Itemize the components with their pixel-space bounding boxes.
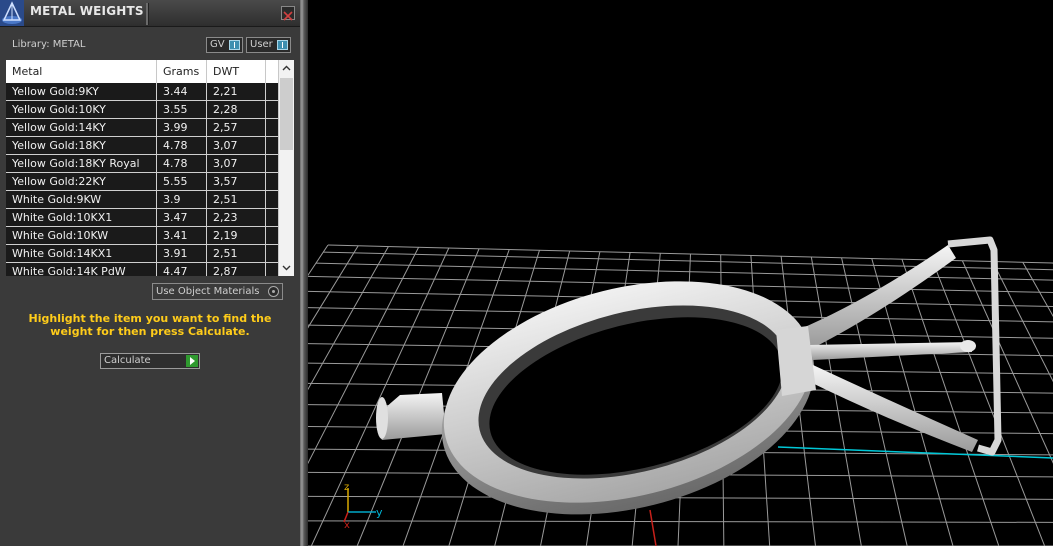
grid-line xyxy=(308,520,1053,523)
chevron-down-icon[interactable] xyxy=(281,262,292,273)
table-row[interactable]: Yellow Gold:18KY 4.78 3,07 xyxy=(6,137,278,155)
viewport-canvas: z y x xyxy=(308,236,1053,546)
column-header-grams[interactable]: Grams xyxy=(157,60,207,83)
cell-metal: White Gold:10KW xyxy=(6,227,157,244)
cell-grams: 3.47 xyxy=(157,209,207,226)
table-body: Yellow Gold:9KY 3.44 2,21 Yellow Gold:10KY 3… xyxy=(6,83,278,276)
cell-metal: Yellow Gold:9KY xyxy=(6,83,157,100)
table-header: Metal Grams DWT xyxy=(6,60,278,83)
close-icon xyxy=(283,11,293,21)
table-row[interactable]: White Gold:10KW 3.41 2,19 xyxy=(6,227,278,245)
radio-icon[interactable] xyxy=(268,286,279,297)
gv-toggle-label: GV xyxy=(210,39,225,50)
grid-line xyxy=(308,245,359,329)
instruction-text: Highlight the item you want to find the … xyxy=(28,312,272,338)
cell-metal: Yellow Gold:18KY Royal xyxy=(6,155,157,172)
cell-dwt: 3,07 xyxy=(207,155,266,172)
table-row[interactable]: Yellow Gold:14KY 3.99 2,57 xyxy=(6,119,278,137)
cell-metal: Yellow Gold:22KY xyxy=(6,173,157,190)
close-button[interactable] xyxy=(281,6,295,21)
cell-grams: 3.55 xyxy=(157,101,207,118)
cell-grams: 3.9 xyxy=(157,191,207,208)
scrollbar-thumb[interactable] xyxy=(280,78,293,150)
table-row[interactable]: Yellow Gold:9KY 3.44 2,21 xyxy=(6,83,278,101)
axis-x-label: x xyxy=(344,520,350,531)
calculate-button[interactable]: Calculate xyxy=(100,353,200,369)
3d-viewport[interactable]: z y x xyxy=(308,0,1053,546)
cell-dwt: 3,07 xyxy=(207,137,266,154)
cell-grams: 4.78 xyxy=(157,137,207,154)
column-header-dwt[interactable]: DWT xyxy=(207,60,266,83)
cell-dwt: 2,28 xyxy=(207,101,266,118)
grid-line xyxy=(992,261,1053,383)
grid-line xyxy=(1022,262,1053,318)
cell-grams: 5.55 xyxy=(157,173,207,190)
panel-splitter[interactable] xyxy=(300,0,308,546)
user-toggle-label: User xyxy=(250,39,273,50)
cell-dwt: 2,23 xyxy=(207,209,266,226)
metal-weights-panel: METAL WEIGHTS Library: METAL GV User Met… xyxy=(0,0,300,546)
user-toggle[interactable]: User xyxy=(246,37,291,53)
toggle-switch-icon xyxy=(229,40,240,50)
cell-dwt: 3,57 xyxy=(207,173,266,190)
cell-dwt: 2,57 xyxy=(207,119,266,136)
y-axis-line xyxy=(777,446,1053,459)
cell-metal: White Gold:14KX1 xyxy=(6,245,157,262)
grid-line xyxy=(931,259,1046,546)
grid-line xyxy=(961,260,1053,464)
grid-line xyxy=(901,259,1000,546)
grid-line xyxy=(308,244,329,277)
cell-metal: White Gold:14K PdW xyxy=(6,263,157,276)
table-row[interactable]: White Gold:14KX1 3.91 2,51 xyxy=(6,245,278,263)
column-header-metal[interactable]: Metal xyxy=(6,60,157,83)
axis-gizmo: z y x xyxy=(343,482,383,531)
cell-metal: Yellow Gold:14KY xyxy=(6,119,157,136)
table-row[interactable]: Yellow Gold:22KY 5.55 3,57 xyxy=(6,173,278,191)
cell-grams: 4.78 xyxy=(157,155,207,172)
cell-dwt: 2,21 xyxy=(207,83,266,100)
title-divider xyxy=(146,3,149,25)
cell-metal: White Gold:10KX1 xyxy=(6,209,157,226)
x-axis-line xyxy=(649,509,657,546)
prong-upper xyxy=(798,245,956,348)
library-label: Library: METAL xyxy=(12,39,86,50)
panel-title: METAL WEIGHTS xyxy=(30,4,144,18)
use-object-materials-label: Use Object Materials xyxy=(156,286,260,297)
table-scrollbar[interactable] xyxy=(278,60,294,276)
cell-metal: Yellow Gold:18KY xyxy=(6,137,157,154)
panel-title-bar[interactable]: METAL WEIGHTS xyxy=(0,0,300,27)
use-object-materials-option[interactable]: Use Object Materials xyxy=(152,283,283,300)
ring-model[interactable] xyxy=(376,236,1002,546)
play-arrow-icon xyxy=(186,355,198,367)
cell-grams: 3.44 xyxy=(157,83,207,100)
cell-metal: Yellow Gold:10KY xyxy=(6,101,157,118)
prong-middle xyxy=(808,342,972,360)
cell-dwt: 2,51 xyxy=(207,191,266,208)
metal-weights-table[interactable]: Metal Grams DWT Yellow Gold:9KY 3.44 2,21 Y… xyxy=(6,60,294,276)
table-row[interactable]: Yellow Gold:18KY Royal 4.78 3,07 xyxy=(6,155,278,173)
cell-dwt: 2,19 xyxy=(207,227,266,244)
toggle-switch-icon xyxy=(277,40,288,50)
chevron-up-icon[interactable] xyxy=(281,63,292,74)
cell-grams: 3.91 xyxy=(157,245,207,262)
app-logo-icon xyxy=(0,0,24,26)
table-row[interactable]: White Gold:10KX1 3.47 2,23 xyxy=(6,209,278,227)
axis-y-label: y xyxy=(376,506,383,519)
table-row[interactable]: White Gold:9KW 3.9 2,51 xyxy=(6,191,278,209)
axis-z-label: z xyxy=(344,482,349,493)
cell-grams: 3.99 xyxy=(157,119,207,136)
gv-toggle[interactable]: GV xyxy=(206,37,243,53)
cell-grams: 3.41 xyxy=(157,227,207,244)
table-row[interactable]: White Gold:14K PdW 4.47 2,87 xyxy=(6,263,278,276)
table-row[interactable]: Yellow Gold:10KY 3.55 2,28 xyxy=(6,101,278,119)
cell-metal: White Gold:9KW xyxy=(6,191,157,208)
calculate-label: Calculate xyxy=(104,355,151,366)
cell-dwt: 2,87 xyxy=(207,263,266,276)
cell-dwt: 2,51 xyxy=(207,245,266,262)
cell-grams: 4.47 xyxy=(157,263,207,276)
